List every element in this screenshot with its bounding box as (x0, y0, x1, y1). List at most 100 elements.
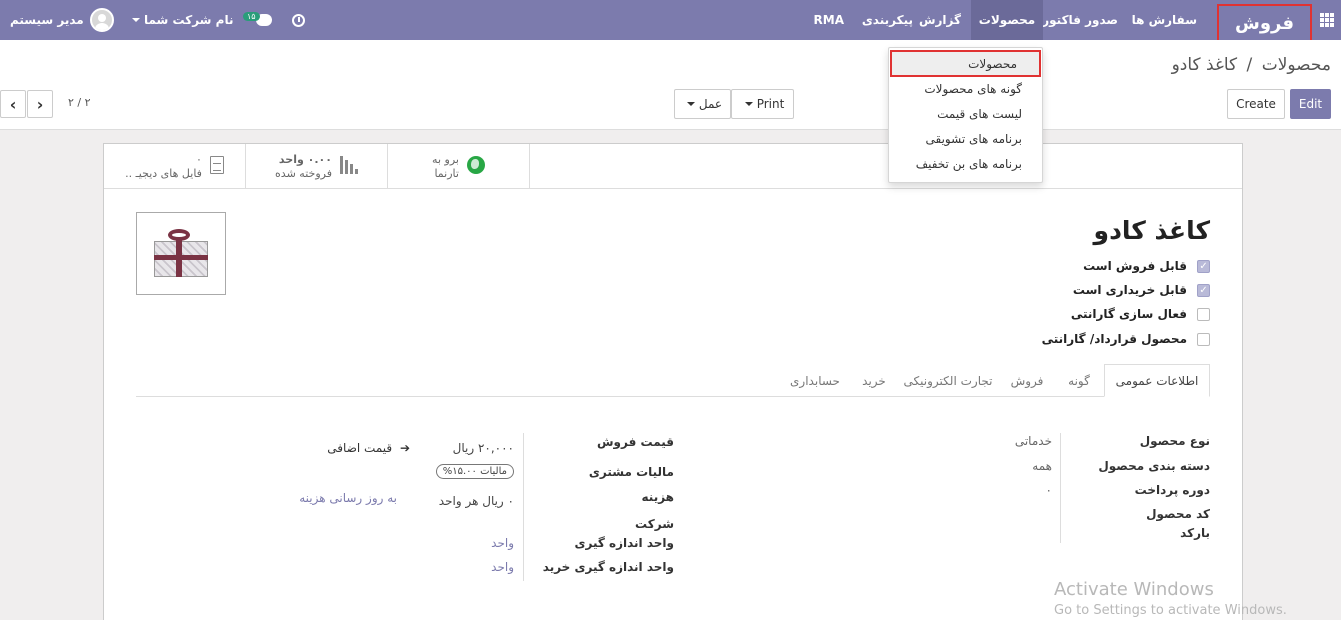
checkbox-unchecked-icon (1197, 332, 1210, 346)
digital-files-button[interactable]: ۰ فایل های دیجیـ .. (104, 144, 246, 189)
product-image[interactable] (136, 212, 226, 295)
menu-products[interactable]: محصولات (971, 0, 1043, 40)
customer-tax-tag[interactable]: مالیات ۱۵.۰۰% (435, 464, 514, 479)
chevron-right-icon: › (36, 94, 44, 114)
menu-orders[interactable]: سفارش ها (1124, 0, 1205, 40)
control-panel: محصولات / کاغذ کادو Edit Create Print عم… (0, 40, 1341, 130)
product-category-value[interactable]: همه (1032, 459, 1052, 473)
form-sheet: برو به تارنما ۰.۰۰ واحد فروخته شده ۰ فای… (103, 143, 1243, 620)
action-label: عمل (698, 97, 723, 111)
dropdown-item-promotion-programs[interactable]: برنامه های تشویقی (889, 126, 1042, 151)
products-dropdown-menu: محصولات گونه های محصولات لیست های قیمت ب… (888, 47, 1043, 183)
checkbox-label: محصول قرارداد/ گارانتی (1041, 332, 1187, 346)
company-switcher[interactable]: نام شرکت شما (128, 0, 233, 40)
product-code-label: کد محصول (1146, 507, 1210, 521)
caret-down-icon (132, 18, 140, 22)
website-line1: برو به (432, 152, 459, 166)
cost-value[interactable]: ۰ ریال هر واحد (439, 494, 514, 508)
checkbox-unchecked-icon (1197, 307, 1210, 321)
extra-price-link[interactable]: ➔ قیمت اضافی (327, 441, 410, 455)
product-type-label: نوع محصول (1139, 434, 1210, 448)
dropdown-item-coupon-programs[interactable]: برنامه های بن تخفیف (889, 151, 1042, 176)
sale-price-label: قیمت فروش (596, 435, 674, 449)
breadcrumb-separator: / (1246, 55, 1253, 75)
arrow-left-icon: ➔ (399, 441, 410, 455)
tab-ecommerce[interactable]: تجارت الکترونیکی (896, 364, 1000, 397)
app-brand[interactable]: فروش (1217, 4, 1312, 42)
product-type-value[interactable]: خدماتی (1015, 434, 1052, 448)
user-name: مدیر سیستم (10, 13, 84, 27)
barcode-label: بارکد (1180, 526, 1210, 540)
pager-next-button[interactable]: › (27, 90, 53, 118)
chevron-left-icon: ‹ (9, 94, 17, 114)
sale-price-value[interactable]: ۲۰,۰۰۰ ریال (453, 441, 514, 455)
customer-tax-label: مالیات مشتری (588, 465, 674, 479)
purchase-uom-value[interactable]: واحد (491, 560, 514, 574)
activation-watermark-title: Activate Windows (1054, 579, 1214, 600)
uom-label: واحد اندازه گیری (574, 536, 674, 550)
activation-watermark-subtitle: Go to Settings to activate Windows. (1054, 603, 1287, 618)
menu-rma[interactable]: RMA (806, 0, 852, 40)
breadcrumb-parent[interactable]: محصولات (1262, 55, 1331, 75)
pager-value: ۲ / ۲ (68, 96, 91, 109)
tab-variants[interactable]: گونه (1054, 364, 1104, 397)
checkbox-warranty-activation[interactable]: فعال سازی گارانتی (1071, 306, 1210, 322)
checkbox-can-be-purchased[interactable]: ✓ قابل خریداری است (1073, 282, 1210, 298)
caret-down-icon (686, 102, 695, 106)
product-name: کاغذ کادو (1093, 216, 1210, 245)
caret-down-icon (744, 102, 753, 106)
document-icon (209, 156, 224, 174)
sold-line2: فروخته شده (275, 166, 332, 180)
notebook-tabs: اطلاعات عمومی گونه فروش تجارت الکترونیکی… (136, 364, 1210, 397)
smart-buttons-row: برو به تارنما ۰.۰۰ واحد فروخته شده ۰ فای… (104, 144, 1242, 189)
tab-purchase[interactable]: خرید (852, 364, 896, 397)
checkbox-contract-warranty[interactable]: محصول قرارداد/ گارانتی (1042, 331, 1210, 347)
menu-configuration[interactable]: پیکربندی (854, 0, 921, 40)
print-label: Print (756, 97, 785, 111)
payment-period-value[interactable]: ۰ (1046, 483, 1052, 497)
user-menu[interactable]: مدیر سیستم (10, 0, 114, 40)
vertical-separator (1060, 433, 1061, 543)
dropdown-item-product-variants[interactable]: گونه های محصولات (889, 76, 1042, 101)
checkbox-label: قابل خریداری است (1072, 283, 1187, 297)
action-button[interactable]: عمل (674, 89, 731, 119)
tab-general-info[interactable]: اطلاعات عمومی (1104, 364, 1210, 397)
update-cost-link[interactable]: به روز رسانی هزینه (299, 491, 397, 505)
checkbox-checked-icon: ✓ (1197, 283, 1210, 297)
extra-price-label: قیمت اضافی (327, 441, 393, 455)
print-button[interactable]: Print (731, 89, 794, 119)
messages-count-badge: ۱۵ (243, 11, 260, 21)
checkbox-checked-icon: ✓ (1197, 259, 1210, 273)
docs-line1: ۰ (196, 152, 202, 166)
create-button[interactable]: Create (1227, 89, 1285, 119)
vertical-separator (523, 433, 524, 581)
gift-box-image (150, 228, 212, 279)
bar-chart-icon (339, 156, 358, 174)
sold-units-button[interactable]: ۰.۰۰ واحد فروخته شده (246, 144, 388, 189)
edit-button[interactable]: Edit (1290, 89, 1331, 119)
user-avatar (89, 8, 114, 32)
cost-label: هزینه (641, 490, 674, 504)
docs-line2: فایل های دیجیـ .. (125, 166, 202, 180)
tab-accounting[interactable]: حسابداری (778, 364, 852, 397)
go-to-website-button[interactable]: برو به تارنما (388, 144, 530, 189)
sold-line1: ۰.۰۰ واحد (278, 152, 332, 166)
globe-icon (466, 156, 485, 174)
checkbox-label: قابل فروش است (1083, 259, 1187, 273)
payment-period-label: دوره پرداخت (1134, 483, 1210, 497)
apps-menu-icon[interactable] (1317, 0, 1337, 40)
uom-value[interactable]: واحد (491, 536, 514, 550)
messages-button[interactable]: ۱۵ (243, 0, 272, 40)
purchase-uom-label: واحد اندازه گیری خرید (542, 560, 674, 574)
website-line2: تارنما (434, 166, 459, 180)
dropdown-item-products[interactable]: محصولات (890, 50, 1041, 77)
dropdown-item-pricelists[interactable]: لیست های قیمت (889, 101, 1042, 126)
top-navbar: فروش سفارش ها صدور فاکتور محصولات گزارش … (0, 0, 1341, 42)
breadcrumb-current: کاغذ کادو (1171, 55, 1238, 75)
tab-sales[interactable]: فروش (1000, 364, 1054, 397)
checkbox-label: فعال سازی گارانتی (1070, 307, 1187, 321)
pager-previous-button[interactable]: ‹ (0, 90, 26, 118)
activity-clock-icon[interactable] (292, 0, 305, 40)
menu-invoicing[interactable]: صدور فاکتور (1034, 0, 1126, 40)
checkbox-can-be-sold[interactable]: ✓ قابل فروش است (1083, 258, 1210, 274)
